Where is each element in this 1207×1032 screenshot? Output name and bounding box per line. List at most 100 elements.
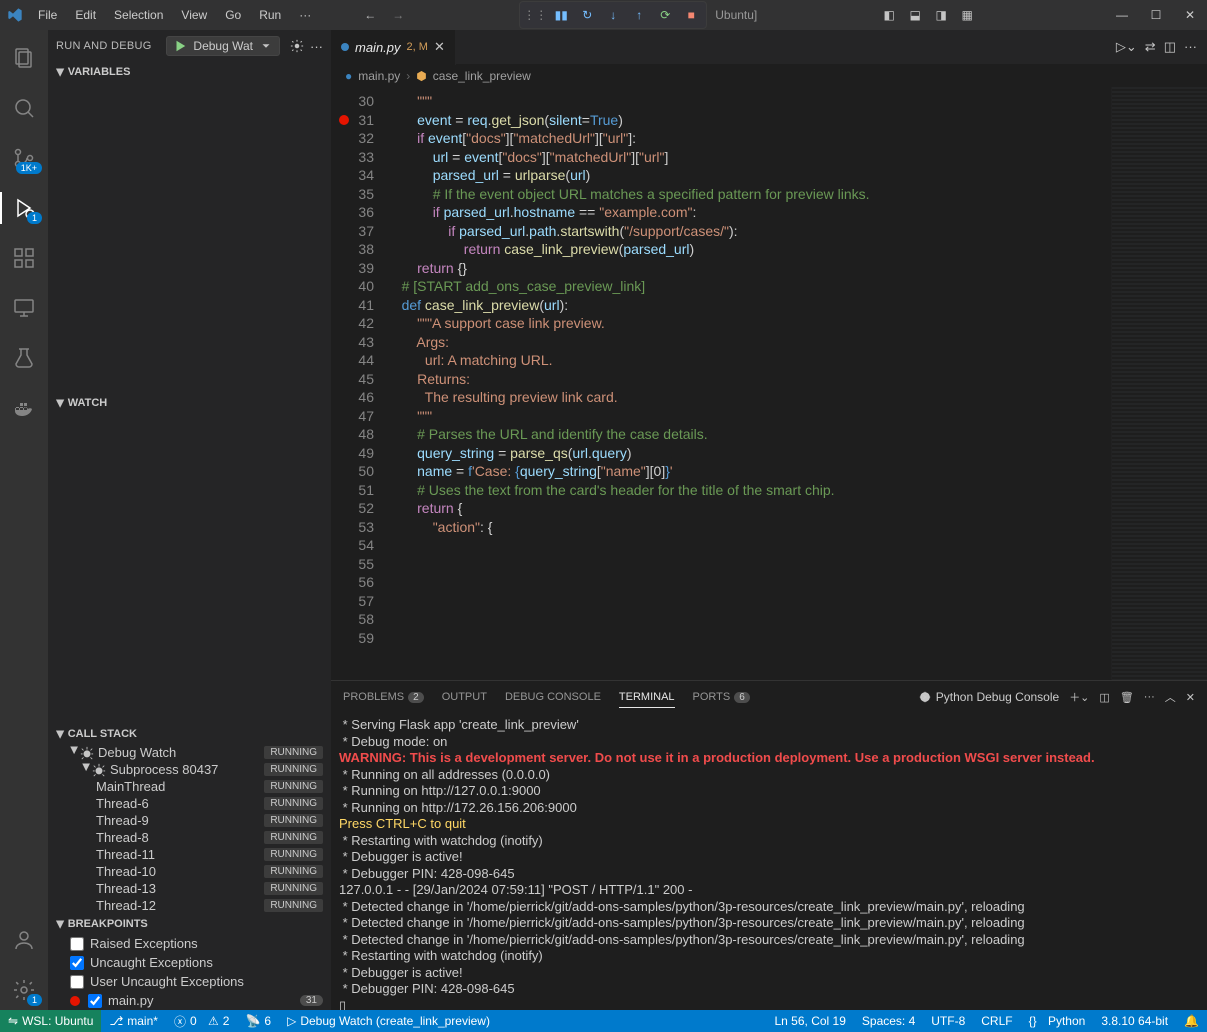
breakpoint-checkbox[interactable] xyxy=(88,994,102,1008)
pause-icon[interactable]: ▮▮ xyxy=(550,4,572,26)
menu-file[interactable]: File xyxy=(30,4,65,26)
terminal-profile-select[interactable]: Python Debug Console xyxy=(918,690,1059,704)
callstack-list: ▶Debug WatchRUNNING▶Subprocess 80437RUNN… xyxy=(48,744,331,914)
panel-close-icon[interactable]: ✕ xyxy=(1186,691,1195,704)
back-icon[interactable]: ← xyxy=(359,4,381,26)
language-mode[interactable]: {} Python xyxy=(1021,1014,1094,1028)
callstack-row[interactable]: Thread-11RUNNING xyxy=(52,846,327,863)
indentation-indicator[interactable]: Spaces: 4 xyxy=(854,1014,923,1028)
debug-config-select[interactable]: Debug Wat xyxy=(166,36,280,56)
more-icon[interactable]: ··· xyxy=(310,39,323,54)
breakpoint-category[interactable]: User Uncaught Exceptions xyxy=(52,972,327,991)
editor-tab-main[interactable]: main.py 2, M ✕ xyxy=(331,30,456,65)
variables-section-head[interactable]: ▶VARIABLES xyxy=(48,62,331,82)
callstack-row[interactable]: Thread-10RUNNING xyxy=(52,863,327,880)
step-out-icon[interactable]: ↑ xyxy=(628,4,650,26)
callstack-row[interactable]: ▶Debug WatchRUNNING xyxy=(52,744,327,761)
new-terminal-icon[interactable]: ＋⌄ xyxy=(1069,689,1089,705)
menu-edit[interactable]: Edit xyxy=(67,4,104,26)
eol-indicator[interactable]: CRLF xyxy=(973,1014,1020,1028)
cursor-position[interactable]: Ln 56, Col 19 xyxy=(767,1014,854,1028)
breakpoint-checkbox[interactable] xyxy=(70,975,84,989)
tab-close-icon[interactable]: ✕ xyxy=(434,39,445,55)
editor-body[interactable]: 3031323334353637383940414243444546474849… xyxy=(331,87,1207,680)
accounts-icon[interactable] xyxy=(0,920,48,960)
menu-···[interactable]: ··· xyxy=(291,4,319,26)
split-terminal-icon[interactable]: ◫ xyxy=(1099,691,1109,704)
callstack-row[interactable]: ▶Subprocess 80437RUNNING xyxy=(52,761,327,778)
debug-console-tab[interactable]: DEBUG CONSOLE xyxy=(505,687,601,707)
editor-more-icon[interactable]: ··· xyxy=(1184,39,1197,55)
docker-icon[interactable] xyxy=(0,388,48,428)
breakpoint-checkbox[interactable] xyxy=(70,937,84,951)
terminal-tab[interactable]: TERMINAL xyxy=(619,687,675,708)
stop-icon[interactable]: ■ xyxy=(680,4,702,26)
callstack-status: RUNNING xyxy=(264,797,323,810)
breakpoint-category[interactable]: Uncaught Exceptions xyxy=(52,953,327,972)
output-tab[interactable]: OUTPUT xyxy=(442,687,487,707)
watch-section-head[interactable]: ▶WATCH xyxy=(48,393,331,413)
settings-gear-icon[interactable]: 1 xyxy=(0,970,48,1010)
explorer-icon[interactable] xyxy=(0,38,48,78)
terminal-line: 127.0.0.1 - - [29/Jan/2024 07:59:11] "PO… xyxy=(339,882,1199,899)
branch-indicator[interactable]: ⎇main* xyxy=(101,1010,166,1032)
restart-icon[interactable]: ⟳ xyxy=(654,4,676,26)
layout-toggle-right-icon[interactable]: ◨ xyxy=(930,4,952,26)
encoding-indicator[interactable]: UTF-8 xyxy=(923,1014,973,1028)
chevron-down-icon[interactable] xyxy=(259,39,273,53)
run-debug-icon[interactable]: 1 xyxy=(0,188,48,228)
ports-indicator[interactable]: 📡6 xyxy=(237,1010,279,1032)
panel-maximize-icon[interactable]: ︿ xyxy=(1165,689,1176,705)
testing-icon[interactable] xyxy=(0,338,48,378)
callstack-row[interactable]: Thread-13RUNNING xyxy=(52,880,327,897)
minimap[interactable] xyxy=(1111,87,1207,680)
step-into-icon[interactable]: ↓ xyxy=(602,4,624,26)
file-breakpoint-row[interactable]: main.py31 xyxy=(52,991,327,1010)
forward-icon[interactable]: → xyxy=(387,4,409,26)
breakpoint-checkbox[interactable] xyxy=(70,956,84,970)
remote-explorer-icon[interactable] xyxy=(0,288,48,328)
panel-more-icon[interactable]: ··· xyxy=(1144,691,1155,703)
layout-customize-icon[interactable]: ▦ xyxy=(956,4,978,26)
layout-toggle-left-icon[interactable]: ◧ xyxy=(878,4,900,26)
kill-terminal-icon[interactable]: 🗑 xyxy=(1120,691,1134,704)
problems-tab[interactable]: PROBLEMS2 xyxy=(343,687,424,707)
ports-tab[interactable]: PORTS6 xyxy=(693,687,750,707)
maximize-icon[interactable]: ☐ xyxy=(1139,0,1173,30)
callstack-row[interactable]: Thread-8RUNNING xyxy=(52,829,327,846)
breakpoint-dot-icon[interactable] xyxy=(339,115,349,125)
callstack-row[interactable]: Thread-6RUNNING xyxy=(52,795,327,812)
callstack-row[interactable]: MainThreadRUNNING xyxy=(52,778,327,795)
source-control-icon[interactable]: 1K+ xyxy=(0,138,48,178)
compare-icon[interactable]: ⇄ xyxy=(1145,39,1156,55)
code-area[interactable]: """ event = req.get_json(silent=True) if… xyxy=(386,87,1111,680)
run-editor-icon[interactable]: ▷⌄ xyxy=(1116,39,1137,55)
breadcrumb[interactable]: ● main.py › ⬢ case_link_preview xyxy=(331,65,1207,87)
notifications-icon[interactable]: 🔔 xyxy=(1176,1014,1207,1028)
menu-go[interactable]: Go xyxy=(217,4,249,26)
debug-settings-icon[interactable] xyxy=(290,39,304,53)
drag-handle-icon[interactable]: ⋮⋮ xyxy=(524,4,546,26)
terminal-output[interactable]: * Serving Flask app 'create_link_preview… xyxy=(331,713,1207,1010)
callstack-row[interactable]: Thread-12RUNNING xyxy=(52,897,327,914)
callstack-section-head[interactable]: ▶CALL STACK xyxy=(48,724,331,744)
layout-toggle-bottom-icon[interactable]: ⬓ xyxy=(904,4,926,26)
menu-run[interactable]: Run xyxy=(251,4,289,26)
start-debug-icon[interactable] xyxy=(173,39,187,53)
menu-selection[interactable]: Selection xyxy=(106,4,171,26)
debug-session-indicator[interactable]: ▷Debug Watch (create_link_preview) xyxy=(279,1010,498,1032)
extensions-icon[interactable] xyxy=(0,238,48,278)
split-editor-icon[interactable]: ◫ xyxy=(1164,39,1176,55)
step-over-icon[interactable]: ↻ xyxy=(576,4,598,26)
problems-indicator[interactable]: ⓧ0 ⚠2 xyxy=(166,1010,238,1032)
breakpoints-section-head[interactable]: ▶BREAKPOINTS xyxy=(48,914,331,934)
panel: PROBLEMS2 OUTPUT DEBUG CONSOLE TERMINAL … xyxy=(331,680,1207,1010)
menu-view[interactable]: View xyxy=(173,4,215,26)
remote-indicator[interactable]: ⇋WSL: Ubuntu xyxy=(0,1010,101,1032)
callstack-row[interactable]: Thread-9RUNNING xyxy=(52,812,327,829)
minimize-icon[interactable]: — xyxy=(1105,0,1139,30)
search-icon[interactable] xyxy=(0,88,48,128)
close-icon[interactable]: ✕ xyxy=(1173,0,1207,30)
python-interpreter[interactable]: 3.8.10 64-bit xyxy=(1093,1014,1176,1028)
breakpoint-category[interactable]: Raised Exceptions xyxy=(52,934,327,953)
